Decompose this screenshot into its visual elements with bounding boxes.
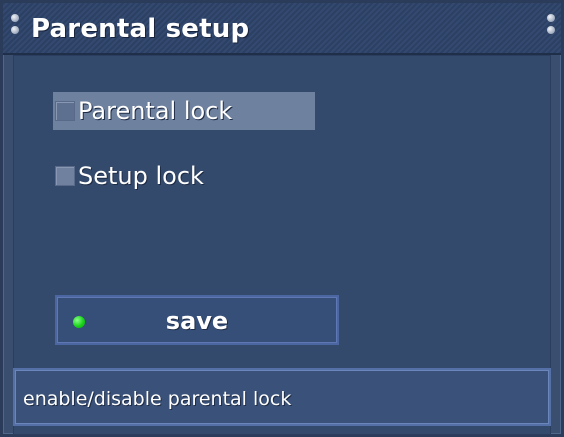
title-bar: Parental setup: [3, 3, 561, 55]
parental-setup-window: Parental setup Parental lock Setup lock …: [0, 0, 564, 437]
parental-lock-label: Parental lock: [78, 97, 233, 125]
settings-panel: Parental lock Setup lock save enable/dis…: [13, 55, 551, 435]
right-screw-icon: [547, 14, 555, 42]
parental-lock-option[interactable]: Parental lock: [53, 92, 315, 130]
setup-lock-checkbox[interactable]: [55, 166, 75, 186]
help-status-panel: enable/disable parental lock: [13, 368, 551, 426]
save-button[interactable]: save: [55, 295, 339, 345]
setup-lock-label: Setup lock: [78, 162, 204, 190]
save-button-label: save: [165, 307, 229, 335]
window-title: Parental setup: [31, 14, 250, 44]
setup-lock-option[interactable]: Setup lock: [53, 157, 204, 195]
parental-lock-checkbox[interactable]: [55, 101, 75, 121]
help-text: enable/disable parental lock: [23, 388, 292, 410]
left-screw-icon: [11, 14, 19, 42]
